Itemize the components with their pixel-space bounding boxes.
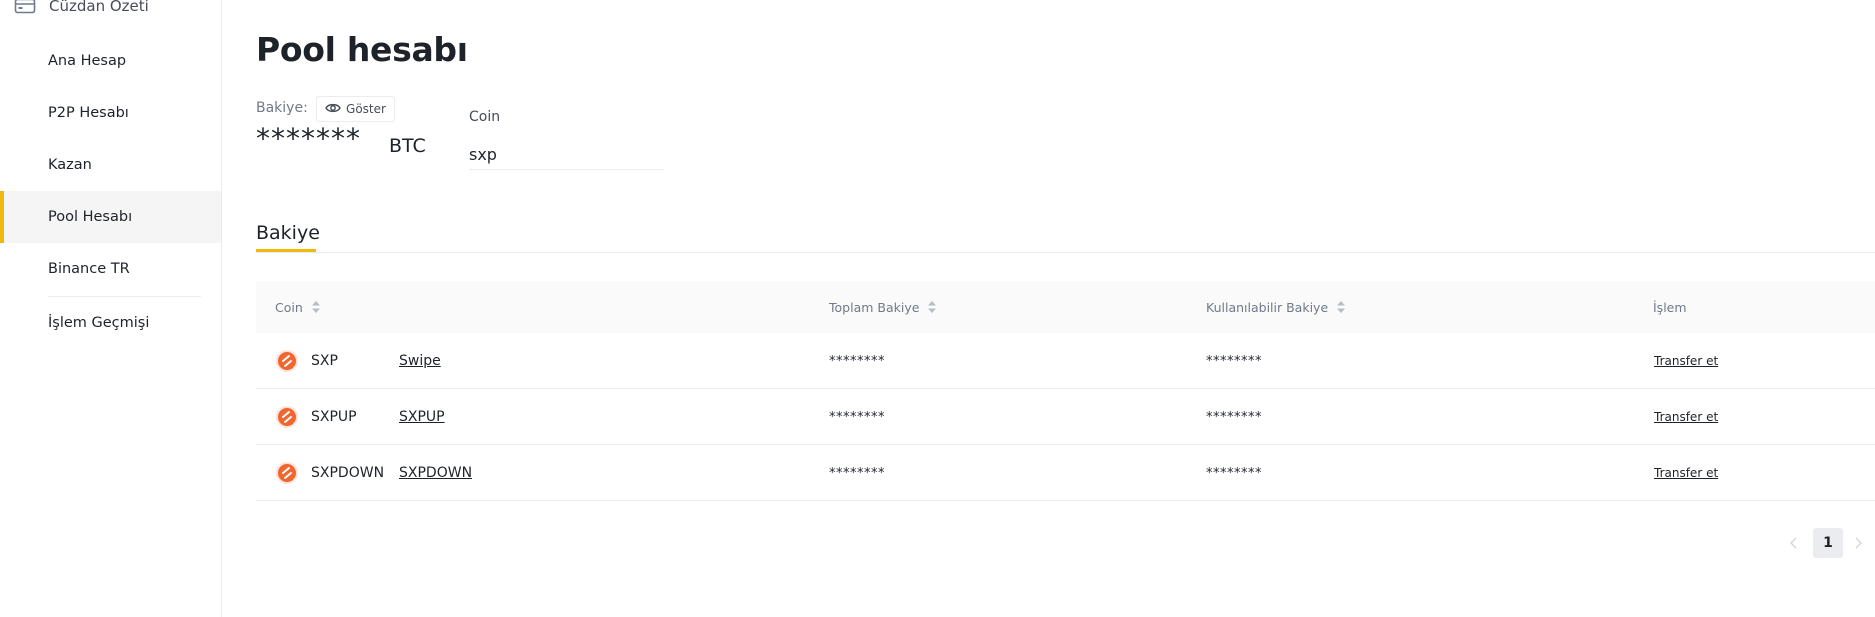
transfer-link[interactable]: Transfer et	[1654, 354, 1718, 368]
sidebar-item-label: P2P Hesabı	[48, 105, 129, 121]
total-balance-value: ********	[829, 465, 885, 481]
sxp-coin-icon	[275, 405, 299, 429]
coin-name-link[interactable]: Swipe	[399, 353, 441, 369]
sidebar-item-label: Binance TR	[48, 261, 130, 277]
sidebar-item-label: Cüzdan Özeti	[49, 0, 149, 15]
balance-unit: BTC	[389, 135, 426, 157]
column-header-total-balance[interactable]: Toplam Bakiye	[829, 281, 937, 333]
action-cell: Transfer et	[1654, 333, 1718, 389]
sxp-coin-icon	[275, 349, 299, 373]
column-header-label: Toplam Bakiye	[829, 299, 920, 315]
transfer-link[interactable]: Transfer et	[1654, 410, 1718, 424]
eye-icon	[325, 102, 341, 117]
sidebar-item-label: Ana Hesap	[48, 53, 127, 69]
wallet-icon	[14, 0, 36, 15]
table-row: SXPUP SXPUP ******** ******** Transfer e…	[256, 389, 1875, 445]
table-row: SXPDOWN SXPDOWN ******** ******** Transf…	[256, 445, 1875, 501]
balance-label: Bakiye:	[256, 100, 308, 116]
coin-name-link[interactable]: SXPDOWN	[399, 465, 472, 481]
action-cell: Transfer et	[1654, 389, 1718, 445]
column-header-label: Coin	[275, 299, 303, 315]
show-balance-label: Göster	[346, 102, 386, 116]
available-balance-value: ********	[1206, 409, 1262, 425]
column-header-label: Kullanılabilir Bakiye	[1206, 299, 1329, 315]
sort-icon[interactable]	[1336, 299, 1346, 315]
coin-cell: SXPDOWN	[275, 445, 385, 501]
sidebar-item-p2p-account[interactable]: P2P Hesabı	[0, 87, 221, 139]
sidebar-item-wallet-overview[interactable]: Cüzdan Özeti	[14, 0, 149, 18]
column-header-action: İşlem	[1653, 281, 1687, 333]
sidebar-item-earn[interactable]: Kazan	[0, 139, 221, 191]
sidebar-item-binance-tr[interactable]: Binance TR	[0, 243, 221, 295]
tab-balance[interactable]: Bakiye	[256, 222, 320, 244]
available-balance-value: ********	[1206, 465, 1262, 481]
coin-filter-label: Coin	[469, 109, 501, 125]
coin-cell: SXP	[275, 333, 381, 389]
sidebar: Cüzdan Özeti Ana Hesap P2P Hesabı Kazan …	[0, 0, 222, 617]
column-header-available-balance[interactable]: Kullanılabilir Bakiye	[1206, 281, 1346, 333]
page-title: Pool hesabı	[256, 30, 468, 69]
coin-name-cell: SXPDOWN	[399, 445, 472, 501]
sort-icon[interactable]	[311, 299, 321, 315]
chevron-right-icon[interactable]	[1850, 535, 1866, 551]
coin-name-cell: Swipe	[399, 333, 441, 389]
sidebar-item-pool-account[interactable]: Pool Hesabı	[0, 191, 221, 243]
chevron-left-icon[interactable]	[1786, 535, 1802, 551]
sort-icon[interactable]	[927, 299, 937, 315]
show-balance-button[interactable]: Göster	[316, 96, 395, 122]
table-row: SXP Swipe ******** ******** Transfer et	[256, 333, 1875, 389]
coin-symbol: SXPDOWN	[311, 465, 385, 481]
sidebar-item-transaction-history[interactable]: İşlem Geçmişi	[0, 297, 221, 349]
sidebar-item-label: Kazan	[48, 157, 92, 173]
tab-bar	[256, 252, 1875, 253]
sidebar-item-label: İşlem Geçmişi	[48, 315, 150, 331]
sxp-coin-icon	[275, 461, 299, 485]
coin-name-cell: SXPUP	[399, 389, 445, 445]
coin-symbol: SXPUP	[311, 409, 357, 425]
sidebar-item-main-account[interactable]: Ana Hesap	[0, 35, 221, 87]
action-cell: Transfer et	[1654, 445, 1718, 501]
column-header-coin[interactable]: Coin	[275, 281, 321, 333]
tab-active-indicator	[256, 249, 316, 252]
balance-value: *******	[256, 122, 361, 155]
total-balance-value: ********	[829, 409, 885, 425]
column-header-label: İşlem	[1653, 299, 1687, 315]
coin-cell: SXPUP	[275, 389, 381, 445]
pagination-page[interactable]: 1	[1813, 528, 1843, 558]
transfer-link[interactable]: Transfer et	[1654, 466, 1718, 480]
sidebar-item-label: Pool Hesabı	[48, 209, 133, 225]
table-header: Coin Toplam Bakiye Kullanılabilir Bakiye…	[256, 281, 1875, 333]
total-balance-value: ********	[829, 353, 885, 369]
coin-filter-input[interactable]	[469, 140, 664, 170]
coin-name-link[interactable]: SXPUP	[399, 409, 445, 425]
available-balance-value: ********	[1206, 353, 1262, 369]
coin-symbol: SXP	[311, 353, 338, 369]
